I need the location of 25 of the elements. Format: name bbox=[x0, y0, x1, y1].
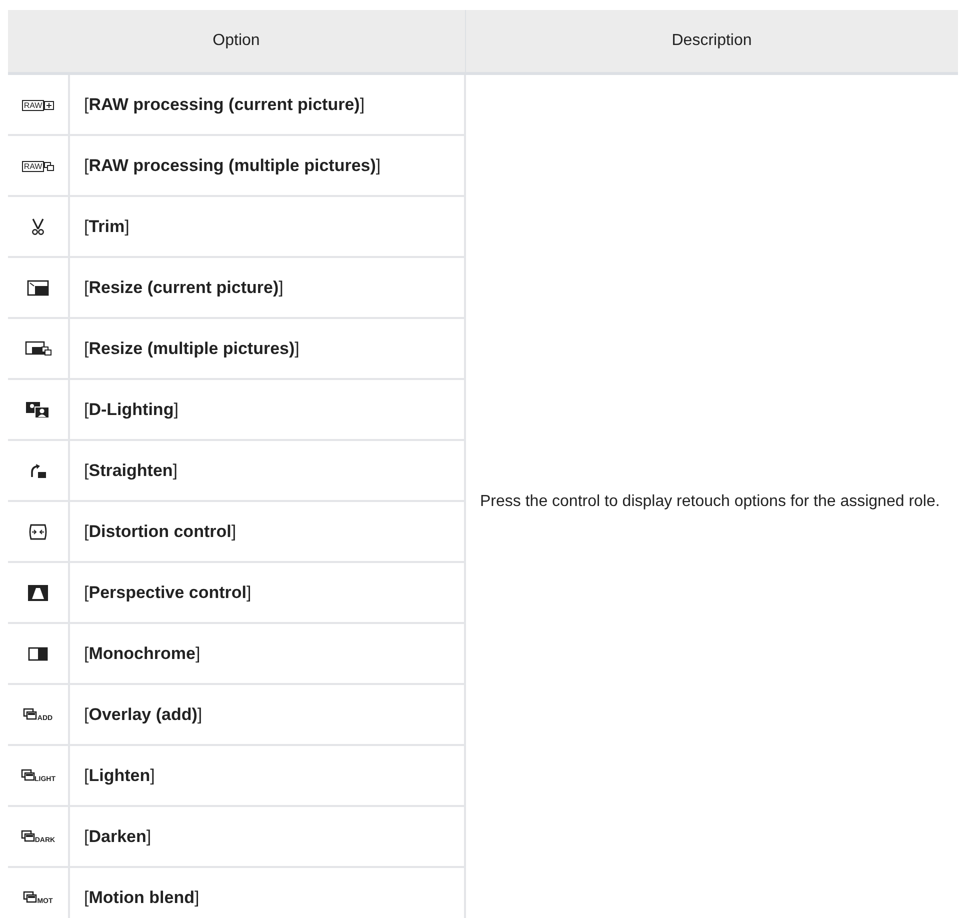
trapezoid-icon bbox=[28, 585, 48, 602]
column-header: Option bbox=[8, 10, 465, 74]
option-name: [Monochrome] bbox=[69, 623, 465, 684]
option-name: [RAW processing (current picture)] bbox=[69, 74, 465, 135]
description-text: Press the control to display retouch options for the assigned role. bbox=[465, 74, 958, 918]
option-name: [Perspective control] bbox=[69, 562, 465, 623]
option-name: [D-Lighting] bbox=[69, 379, 465, 440]
column-header: Description bbox=[465, 10, 958, 74]
barrel-icon bbox=[28, 524, 48, 540]
option-name: [Distortion control] bbox=[69, 501, 465, 562]
resize-multiple-icon bbox=[24, 341, 52, 358]
option-name: [Motion blend] bbox=[69, 867, 465, 918]
option-name: [Resize (current picture)] bbox=[69, 257, 465, 318]
scissors-icon bbox=[31, 218, 45, 236]
option-name: [Overlay (add)] bbox=[69, 684, 465, 745]
resize-icon bbox=[27, 280, 49, 296]
option-name: [Darken] bbox=[69, 806, 465, 867]
option-name: [RAW processing (multiple pictures)] bbox=[69, 135, 465, 196]
portrait-icon bbox=[25, 401, 51, 420]
option-name: [Lighten] bbox=[69, 745, 465, 806]
option-name: [Trim] bbox=[69, 196, 465, 257]
rotate-arrow-icon bbox=[29, 463, 47, 480]
option-name: [Resize (multiple pictures)] bbox=[69, 318, 465, 379]
half-square-icon bbox=[28, 647, 48, 662]
option-name: [Straighten] bbox=[69, 440, 465, 501]
